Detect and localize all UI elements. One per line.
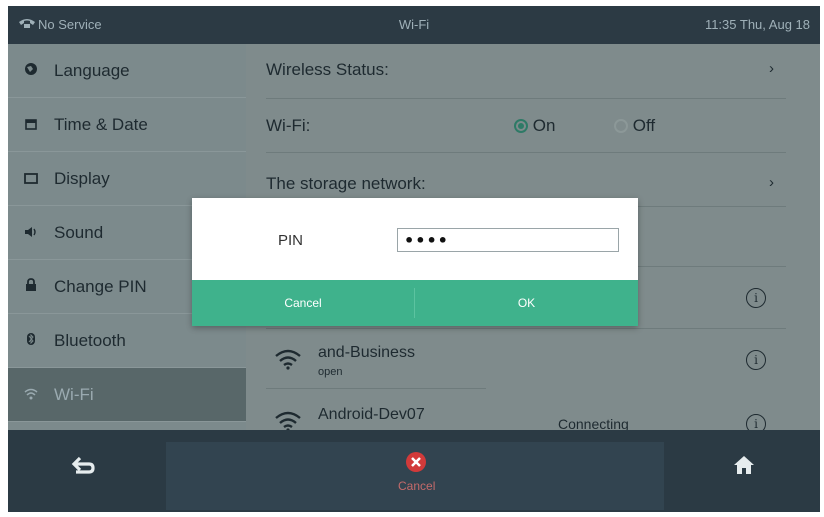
sidebar-item-label: Bluetooth — [54, 330, 126, 350]
network-row-and-business[interactable]: and-Business open i — [266, 328, 786, 390]
wireless-status-label: Wireless Status: — [266, 60, 389, 79]
wifi-off-label: Off — [632, 116, 656, 135]
sidebar-item-language[interactable]: Language — [8, 44, 246, 98]
home-icon — [732, 456, 756, 480]
lock-icon — [8, 278, 54, 295]
status-bar: No Service Wi-Fi 11:35 Thu, Aug 18 — [8, 6, 820, 44]
phone-screen: No Service Wi-Fi 11:35 Thu, Aug 18 Langu… — [8, 6, 820, 512]
network-name: Android-Dev07 — [318, 406, 425, 423]
wifi-toggle-row: Wi-Fi: On Off — [266, 98, 786, 153]
sidebar-item-label: Time & Date — [54, 114, 148, 134]
row-divider — [266, 388, 486, 389]
info-icon[interactable]: i — [746, 288, 766, 308]
ok-button[interactable]: OK — [415, 280, 638, 326]
screen-title: Wi-Fi — [398, 17, 430, 32]
sidebar-item-label: Sound — [54, 222, 104, 242]
radio-unselected-icon — [614, 119, 628, 133]
info-icon[interactable]: i — [746, 350, 766, 370]
pin-input[interactable] — [397, 228, 619, 252]
wifi-on-radio[interactable]: On — [514, 116, 555, 136]
cancel-softkey[interactable]: Cancel — [398, 452, 436, 493]
sidebar-item-label: Wi-Fi — [54, 384, 94, 404]
sidebar-item-label: Language — [54, 60, 130, 80]
radio-selected-icon — [514, 119, 528, 133]
home-button[interactable] — [732, 454, 756, 481]
chevron-right-icon: › — [769, 60, 774, 77]
cancel-softkey-label: Cancel — [398, 479, 436, 493]
sidebar-item-time-date[interactable]: Time & Date — [8, 98, 246, 152]
back-arrow-icon — [70, 456, 96, 482]
back-button[interactable] — [70, 456, 96, 483]
wifi-signal-icon — [274, 348, 302, 375]
bottom-bar: Cancel — [8, 430, 820, 512]
wireless-status-row[interactable]: Wireless Status: › — [266, 44, 786, 99]
sidebar-item-wifi[interactable]: Wi-Fi — [8, 368, 246, 422]
calendar-icon — [8, 117, 54, 133]
speaker-icon — [8, 225, 54, 241]
pin-dialog: PIN Cancel OK — [192, 198, 638, 326]
storage-network-label: The storage network: — [266, 174, 426, 193]
sidebar-item-label: Display — [54, 168, 110, 188]
display-icon — [8, 171, 54, 187]
bluetooth-icon — [8, 332, 54, 349]
network-security: open — [318, 366, 343, 378]
wifi-icon — [8, 387, 54, 403]
wifi-on-label: On — [532, 116, 556, 135]
wifi-label: Wi-Fi: — [266, 116, 311, 135]
cancel-button[interactable]: Cancel — [192, 280, 414, 326]
globe-icon — [8, 62, 54, 79]
chevron-right-icon: › — [769, 174, 774, 191]
wifi-off-radio[interactable]: Off — [614, 116, 655, 136]
pin-label: PIN — [278, 232, 304, 249]
cancel-x-icon — [406, 452, 426, 476]
network-name: and-Business — [318, 344, 415, 361]
datetime: 11:35 Thu, Aug 18 — [704, 17, 810, 32]
dialog-button-bar: Cancel OK — [192, 280, 638, 326]
sidebar-item-label: Change PIN — [54, 276, 147, 296]
bottom-center-panel: Cancel — [166, 442, 664, 510]
